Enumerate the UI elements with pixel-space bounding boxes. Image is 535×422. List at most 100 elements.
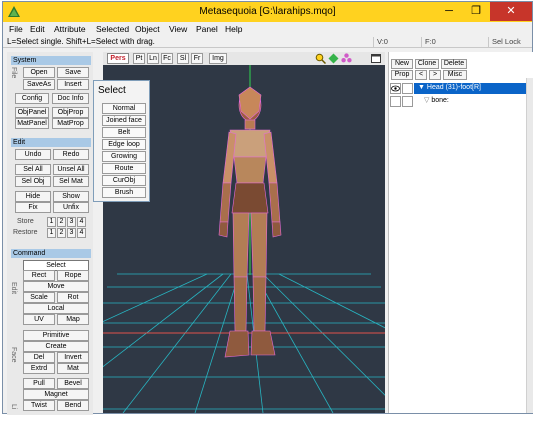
uv-button[interactable]: UV — [23, 314, 55, 325]
saveas-button[interactable]: SaveAs — [23, 79, 55, 90]
object-list-scrollbar[interactable] — [526, 78, 533, 413]
scale-button[interactable]: Scale — [23, 292, 55, 303]
store-label: Store — [17, 218, 34, 225]
config-button[interactable]: Config — [15, 93, 49, 104]
rope-button[interactable]: Rope — [57, 270, 89, 281]
select-normal-button[interactable]: Normal — [102, 103, 146, 114]
select-route-button[interactable]: Route — [102, 163, 146, 174]
sel-obj-button[interactable]: Sel Obj — [15, 176, 51, 187]
restore-button[interactable]: ❐ — [463, 2, 489, 21]
pan-icon[interactable] — [328, 53, 339, 64]
menu-object[interactable]: Object — [135, 24, 160, 34]
tab-pt[interactable]: Pt — [133, 53, 145, 64]
tab-ln[interactable]: Ln — [147, 53, 159, 64]
fix-button[interactable]: Fix — [15, 202, 51, 213]
select-brush-button[interactable]: Brush — [102, 187, 146, 198]
store-slot-3[interactable]: 3 — [67, 217, 76, 227]
rot-button[interactable]: Rot — [57, 292, 89, 303]
clone-object-button[interactable]: Clone — [415, 59, 439, 69]
command-panel: System File Open Save SaveAs Insert Conf… — [7, 52, 93, 415]
doc-info-button[interactable]: Doc Info — [52, 93, 89, 104]
face-side-label: Face — [10, 347, 17, 363]
invert-button[interactable]: Invert — [57, 352, 89, 363]
bevel-button[interactable]: Bevel — [57, 378, 89, 389]
insert-button[interactable]: Insert — [57, 79, 89, 90]
sel-lock[interactable]: Sel Lock — [488, 37, 532, 47]
restore-slot-1[interactable]: 1 — [47, 228, 56, 238]
store-slot-2[interactable]: 2 — [57, 217, 66, 227]
delete-object-button[interactable]: Delete — [441, 59, 467, 69]
tab-fc[interactable]: Fc — [161, 53, 173, 64]
object-row-bone[interactable]: ▽ bone: — [414, 96, 526, 107]
minimize-button[interactable]: ─ — [436, 2, 462, 21]
tab-fr[interactable]: Fr — [191, 53, 203, 64]
line-side-label: Li — [10, 404, 17, 410]
twist-button[interactable]: Twist — [23, 400, 55, 411]
show-button[interactable]: Show — [53, 191, 89, 202]
menu-panel[interactable]: Panel — [196, 24, 218, 34]
tab-sl[interactable]: Sl — [177, 53, 189, 64]
status-bar: L=Select single. Shift+L=Select with dra… — [3, 36, 532, 48]
rotate-icon[interactable] — [341, 53, 352, 64]
matprop-button[interactable]: MatProp — [52, 118, 89, 129]
objprop-button[interactable]: ObjProp — [52, 107, 89, 118]
tab-img[interactable]: Img — [209, 53, 227, 64]
menu-selected[interactable]: Selected — [96, 24, 129, 34]
undo-button[interactable]: Undo — [15, 149, 51, 160]
store-slot-4[interactable]: 4 — [77, 217, 86, 227]
sel-mat-button[interactable]: Sel Mat — [53, 176, 89, 187]
prop-object-button[interactable]: Prop — [391, 70, 413, 80]
select-belt-button[interactable]: Belt — [102, 127, 146, 138]
move-button[interactable]: Move — [23, 281, 89, 292]
menu-attribute[interactable]: Attribute — [54, 24, 86, 34]
visibility-toggle-bone[interactable] — [390, 96, 401, 107]
select-joined-face-button[interactable]: Joined face — [102, 115, 146, 126]
sel-all-button[interactable]: Sel All — [15, 164, 51, 175]
primitive-button[interactable]: Primitive — [23, 330, 89, 341]
magnet-button[interactable]: Magnet — [23, 389, 89, 400]
close-button[interactable]: ✕ — [490, 2, 532, 21]
local-button[interactable]: Local — [23, 303, 89, 314]
mat-button[interactable]: Mat — [57, 363, 89, 374]
unfix-button[interactable]: Unfix — [53, 202, 89, 213]
magnify-icon[interactable] — [315, 53, 326, 64]
rect-button[interactable]: Rect — [23, 270, 55, 281]
extrd-button[interactable]: Extrd — [23, 363, 55, 374]
face-count: F:0 — [421, 37, 469, 47]
restore-slot-3[interactable]: 3 — [67, 228, 76, 238]
store-slot-1[interactable]: 1 — [47, 217, 56, 227]
matpanel-button[interactable]: MatPanel — [15, 118, 49, 129]
pull-button[interactable]: Pull — [23, 378, 55, 389]
restore-slot-4[interactable]: 4 — [77, 228, 86, 238]
objpanel-button[interactable]: ObjPanel — [15, 107, 49, 118]
open-button[interactable]: Open — [23, 67, 55, 78]
move-down-button[interactable]: > — [429, 70, 441, 80]
move-up-button[interactable]: < — [415, 70, 427, 80]
menu-view[interactable]: View — [169, 24, 187, 34]
create-button[interactable]: Create — [23, 341, 89, 352]
save-button[interactable]: Save — [57, 67, 89, 78]
new-object-button[interactable]: New — [391, 59, 413, 69]
select-growing-button[interactable]: Growing — [102, 151, 146, 162]
select-curobj-button[interactable]: CurObj — [102, 175, 146, 186]
misc-button[interactable]: Misc — [443, 70, 467, 80]
object-row-head[interactable]: ▼ Head (31)-foot[R] — [414, 83, 526, 94]
tab-pers[interactable]: Pers — [107, 53, 129, 64]
title-bar: Metasequoia [G:\larahips.mqo] ─ ❐ ✕ — [3, 2, 532, 22]
menu-bar: File Edit Attribute Selected Object View… — [3, 22, 532, 36]
menu-file[interactable]: File — [9, 24, 23, 34]
redo-button[interactable]: Redo — [53, 149, 89, 160]
menu-help[interactable]: Help — [225, 24, 242, 34]
menu-edit[interactable]: Edit — [30, 24, 45, 34]
map-button[interactable]: Map — [57, 314, 89, 325]
select-edge-loop-button[interactable]: Edge loop — [102, 139, 146, 150]
unsel-all-button[interactable]: Unsel All — [53, 164, 89, 175]
restore-slot-2[interactable]: 2 — [57, 228, 66, 238]
hide-button[interactable]: Hide — [15, 191, 51, 202]
lock-toggle[interactable] — [402, 83, 413, 94]
del-button[interactable]: Del — [23, 352, 55, 363]
bend-button[interactable]: Bend — [57, 400, 89, 411]
visibility-toggle[interactable] — [390, 83, 401, 94]
maximize-icon[interactable] — [371, 54, 381, 63]
lock-toggle-bone[interactable] — [402, 96, 413, 107]
